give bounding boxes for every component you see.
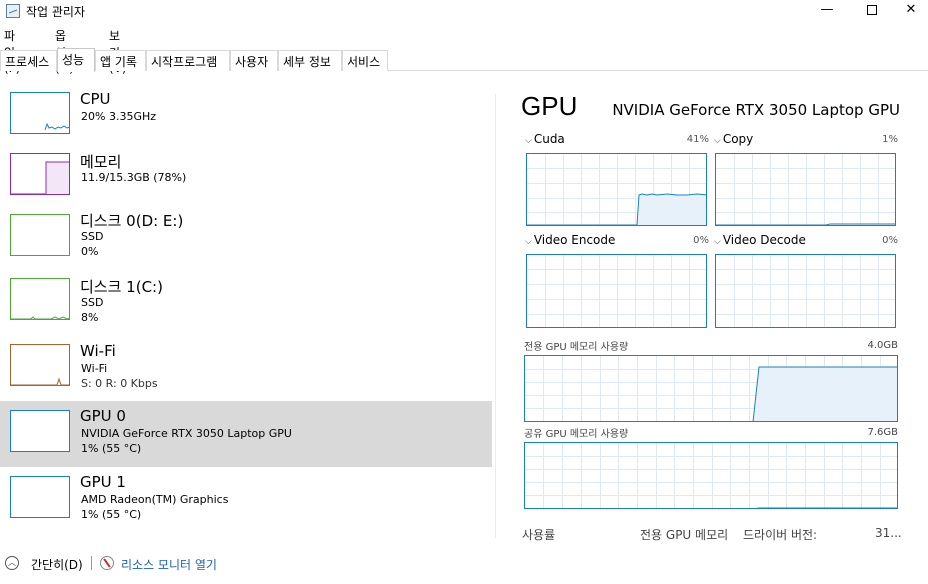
resource-name: Wi-Fi xyxy=(80,342,116,360)
open-resource-monitor-link[interactable]: 리소스 모니터 열기 xyxy=(121,556,217,573)
resource-monitor-icon xyxy=(100,556,114,570)
memory-thumbnail xyxy=(10,153,70,195)
wifi-thumbnail xyxy=(10,344,70,386)
maximize-button[interactable] xyxy=(849,0,895,22)
resource-name: 메모리 xyxy=(80,153,122,171)
resource-throughput: S: 0 R: 0 Kbps xyxy=(81,377,158,390)
resource-detail: 11.9/15.3GB (78%) xyxy=(81,171,187,184)
engine-percent: 0% xyxy=(693,235,709,246)
tab-processes[interactable]: 프로세스 xyxy=(0,50,57,71)
task-manager-icon xyxy=(6,4,20,18)
tab-performance[interactable]: 성능 xyxy=(57,48,95,72)
dedicated-memory-max: 4.0GB xyxy=(867,340,898,351)
resource-cpu[interactable]: CPU 20% 3.35GHz xyxy=(0,86,492,152)
resource-name: 디스크 0(D: E:) xyxy=(80,212,184,230)
video-decode-graph xyxy=(715,254,896,328)
title-bar: 작업 관리자 — ✕ xyxy=(0,0,928,22)
pane-divider[interactable] xyxy=(495,94,496,538)
resource-name: 디스크 1(C:) xyxy=(80,278,163,296)
gpu-0-thumbnail xyxy=(10,410,70,452)
tab-app-history[interactable]: 앱 기록 xyxy=(95,50,146,71)
resource-disk-0[interactable]: 디스크 0(D: E:) SSD 0% xyxy=(0,208,492,274)
page-title: GPU xyxy=(521,91,578,121)
resource-wifi[interactable]: Wi-Fi Wi-Fi S: 0 R: 0 Kbps xyxy=(0,340,492,406)
gpu-1-thumbnail xyxy=(10,476,70,518)
engine-label: Copy xyxy=(722,132,754,146)
engine-percent: 0% xyxy=(882,235,898,246)
resource-model: AMD Radeon(TM) Graphics xyxy=(81,493,229,506)
resource-name: GPU 1 xyxy=(80,473,126,491)
maximize-icon xyxy=(867,5,877,15)
resource-detail: 20% 3.35GHz xyxy=(81,110,157,123)
tab-users[interactable]: 사용자 xyxy=(230,50,278,71)
resource-usage: 0% xyxy=(81,245,99,258)
resource-list: CPU 20% 3.35GHz 메모리 11.9/15.3GB (78%) 디스… xyxy=(0,72,494,542)
resource-usage: 8% xyxy=(81,311,99,324)
fewer-details-button[interactable]: 간단히(D) xyxy=(31,556,83,573)
chevron-down-icon: ⌵ xyxy=(525,136,532,146)
resource-model: NVIDIA GeForce RTX 3050 Laptop GPU xyxy=(81,427,292,440)
driver-version-value: 31... xyxy=(875,526,902,540)
engine-label: Video Decode xyxy=(722,233,806,247)
resource-disk-1[interactable]: 디스크 1(C:) SSD 8% xyxy=(0,275,492,341)
tab-bar: 프로세스 성능 앱 기록 시작프로그램 사용자 세부 정보 서비스 xyxy=(0,48,928,72)
resource-usage: 1% (55 °C) xyxy=(81,442,142,455)
status-bar: ︿ 간단히(D) 리소스 모니터 열기 xyxy=(0,548,928,584)
engine-copy-selector[interactable]: ⌵ Copy xyxy=(714,132,753,146)
dedicated-memory-graph xyxy=(524,355,898,422)
copy-usage-graph xyxy=(715,153,896,226)
engine-percent: 41% xyxy=(686,134,709,145)
gpu-model-name: NVIDIA GeForce RTX 3050 Laptop GPU xyxy=(612,101,900,119)
engine-video-decode-selector[interactable]: ⌵ Video Decode xyxy=(714,233,806,247)
shared-memory-label: 공유 GPU 메모리 사용량 xyxy=(524,429,629,440)
dedicated-memory-stat-label: 전용 GPU 메모리 xyxy=(640,528,729,542)
resource-gpu-1[interactable]: GPU 1 AMD Radeon(TM) Graphics 1% (55 °C) xyxy=(0,470,492,536)
engine-cuda-selector[interactable]: ⌵ Cuda xyxy=(525,132,565,146)
tab-details[interactable]: 세부 정보 xyxy=(278,50,342,71)
engine-video-encode-selector[interactable]: ⌵ Video Encode xyxy=(525,233,615,247)
resource-gpu-0[interactable]: GPU 0 NVIDIA GeForce RTX 3050 Laptop GPU… xyxy=(0,401,492,467)
engine-percent: 1% xyxy=(882,134,898,145)
chevron-down-icon: ⌵ xyxy=(525,237,532,247)
window-title: 작업 관리자 xyxy=(26,5,86,19)
minimize-button[interactable]: — xyxy=(804,0,850,22)
shared-memory-graph xyxy=(524,442,898,509)
resource-name: GPU 0 xyxy=(80,407,126,425)
cpu-thumbnail xyxy=(10,92,70,134)
resource-memory[interactable]: 메모리 11.9/15.3GB (78%) xyxy=(0,147,492,213)
chevron-down-icon: ⌵ xyxy=(714,237,721,247)
engine-label: Cuda xyxy=(533,132,565,146)
usage-stat-label: 사용률 xyxy=(522,528,556,542)
driver-version-label: 드라이버 버전: xyxy=(743,528,818,542)
disk-1-thumbnail xyxy=(10,278,70,320)
engine-label: Video Encode xyxy=(533,233,616,247)
shared-memory-max: 7.6GB xyxy=(867,427,898,438)
dedicated-memory-label: 전용 GPU 메모리 사용량 xyxy=(524,342,629,353)
tab-services[interactable]: 서비스 xyxy=(342,50,388,71)
close-button[interactable]: ✕ xyxy=(894,0,928,22)
resource-usage: 1% (55 °C) xyxy=(81,508,142,521)
chevron-up-circle-icon[interactable]: ︿ xyxy=(5,556,19,570)
tab-startup[interactable]: 시작프로그램 xyxy=(146,50,230,71)
video-encode-graph xyxy=(526,254,707,328)
chevron-down-icon: ⌵ xyxy=(714,136,721,146)
divider xyxy=(91,556,92,570)
cuda-usage-graph xyxy=(526,153,707,226)
resource-type: SSD xyxy=(81,230,104,243)
resource-type: SSD xyxy=(81,296,104,309)
resource-name: CPU xyxy=(80,90,111,108)
resource-type: Wi-Fi xyxy=(81,362,108,375)
disk-0-thumbnail xyxy=(10,214,70,256)
